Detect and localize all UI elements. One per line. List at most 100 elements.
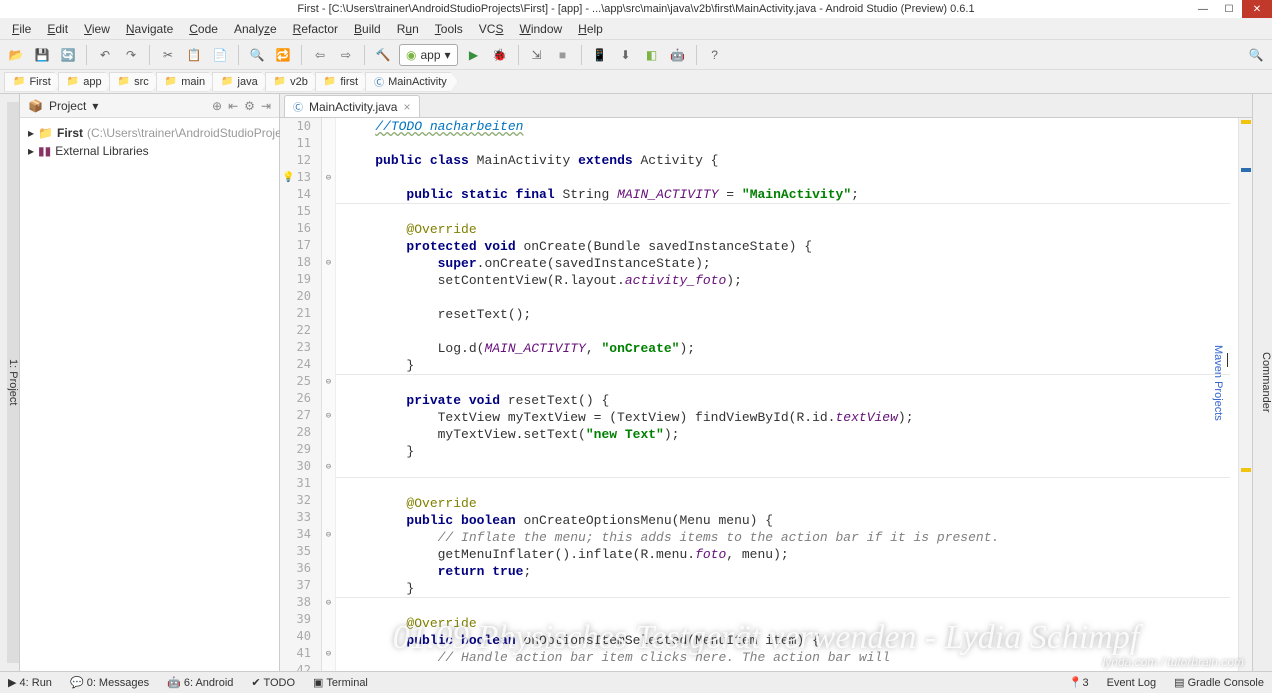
- status-bar: ▶ 4: Run 💬 0: Messages 🤖 6: Android ✔ TO…: [0, 671, 1272, 693]
- panel-tools: ⊕ ⇤ ⚙ ⇥: [212, 99, 271, 113]
- marker-warning[interactable]: [1241, 468, 1251, 472]
- menu-help[interactable]: Help: [572, 20, 609, 38]
- menu-file[interactable]: File: [6, 20, 37, 38]
- status-todo[interactable]: ✔ TODO: [251, 676, 295, 689]
- chevron-down-icon[interactable]: ▾: [92, 99, 98, 113]
- menu-vcs[interactable]: VCS: [473, 20, 510, 38]
- build-icon[interactable]: 🔨: [373, 45, 393, 65]
- folder-icon: 📁: [38, 126, 53, 140]
- collapse-icon[interactable]: ⇤: [228, 99, 238, 113]
- editor-tabs: Ⓒ MainActivity.java ×: [280, 94, 1252, 118]
- sync-icon[interactable]: 🔄: [58, 45, 78, 65]
- menu-run[interactable]: Run: [391, 20, 425, 38]
- window-controls: — ☐ ✕: [1190, 0, 1272, 18]
- hide-icon[interactable]: ⇥: [261, 99, 271, 113]
- main-toolbar: 📂 💾 🔄 ↶ ↷ ✂ 📋 📄 🔍 🔁 ⇦ ⇨ 🔨 ◉ app ▾ ▶ 🐞 ⇲ …: [0, 40, 1272, 70]
- separator: [518, 45, 519, 65]
- menu-edit[interactable]: Edit: [41, 20, 74, 38]
- status-run[interactable]: ▶ 4: Run: [8, 676, 52, 689]
- folder-icon: 📁: [118, 76, 130, 87]
- expand-icon[interactable]: ▸: [28, 126, 34, 140]
- search-icon[interactable]: 🔍: [1246, 45, 1266, 65]
- open-icon[interactable]: 📂: [6, 45, 26, 65]
- debug-icon[interactable]: 🐞: [490, 45, 510, 65]
- marker-warning[interactable]: [1241, 120, 1251, 124]
- project-tree[interactable]: ▸ 📁 First (C:\Users\trainer\AndroidStudi…: [20, 118, 279, 166]
- folder-icon: 📁: [67, 76, 79, 87]
- back-icon[interactable]: ⇦: [310, 45, 330, 65]
- strip-commander[interactable]: Commander: [1260, 102, 1272, 663]
- menu-navigate[interactable]: Navigate: [120, 20, 179, 38]
- editor-area: Ⓒ MainActivity.java × 101112131415161718…: [280, 94, 1252, 671]
- menu-refactor[interactable]: Refactor: [287, 20, 344, 38]
- menu-window[interactable]: Window: [513, 20, 568, 38]
- minimize-button[interactable]: —: [1190, 0, 1216, 18]
- status-terminal[interactable]: ▣ Terminal: [313, 676, 368, 689]
- status-messages[interactable]: 💬 0: Messages: [70, 676, 149, 689]
- folder-icon: 📁: [13, 76, 25, 87]
- tree-path: (C:\Users\trainer\AndroidStudioProje: [87, 126, 282, 140]
- close-tab-icon[interactable]: ×: [403, 100, 410, 114]
- expand-icon[interactable]: ▸: [28, 144, 34, 158]
- separator: [364, 45, 365, 65]
- save-icon[interactable]: 💾: [32, 45, 52, 65]
- status-pos: 📍3: [1069, 676, 1089, 689]
- marker-strip[interactable]: [1238, 118, 1252, 671]
- monitor-icon[interactable]: 🤖: [668, 45, 688, 65]
- status-gradle-console[interactable]: ▤ Gradle Console: [1174, 676, 1264, 689]
- menu-tools[interactable]: Tools: [429, 20, 469, 38]
- stop-icon[interactable]: ■: [553, 45, 573, 65]
- separator: [581, 45, 582, 65]
- strip-project[interactable]: 1: Project: [7, 102, 19, 663]
- scroll-target-icon[interactable]: ⊕: [212, 99, 222, 113]
- forward-icon[interactable]: ⇨: [336, 45, 356, 65]
- status-android[interactable]: 🤖 6: Android: [167, 676, 233, 689]
- crumb-src[interactable]: 📁src: [109, 72, 160, 92]
- tree-item-first[interactable]: ▸ 📁 First (C:\Users\trainer\AndroidStudi…: [28, 124, 271, 142]
- gear-icon[interactable]: ⚙: [244, 99, 255, 113]
- run-config-selector[interactable]: ◉ app ▾: [399, 44, 458, 66]
- find-icon[interactable]: 🔍: [247, 45, 267, 65]
- replace-icon[interactable]: 🔁: [273, 45, 293, 65]
- window-title: First - [C:\Users\trainer\AndroidStudioP…: [297, 3, 974, 15]
- run-icon[interactable]: ▶: [464, 45, 484, 65]
- ddms-icon[interactable]: ◧: [642, 45, 662, 65]
- crumb-java[interactable]: 📁java: [212, 72, 269, 92]
- crumb-first[interactable]: 📁First: [4, 72, 62, 92]
- code-content[interactable]: //TODO nacharbeiten public class MainAct…: [336, 118, 1238, 671]
- folder-icon: 📁: [324, 76, 336, 87]
- project-panel-header: 📦 Project ▾ ⊕ ⇤ ⚙ ⇥: [20, 94, 279, 118]
- folder-icon: 📁: [221, 76, 233, 87]
- separator: [86, 45, 87, 65]
- marker-info[interactable]: [1241, 168, 1251, 172]
- text-caret: [1227, 353, 1228, 367]
- help-icon[interactable]: ?: [705, 45, 725, 65]
- crumb-first-pkg[interactable]: 📁first: [315, 72, 369, 92]
- sdk-icon[interactable]: ⬇: [616, 45, 636, 65]
- menu-bar: File Edit View Navigate Code Analyze Ref…: [0, 18, 1272, 40]
- tree-item-external-libs[interactable]: ▸ ▮▮ External Libraries: [28, 142, 271, 160]
- close-button[interactable]: ✕: [1242, 0, 1272, 18]
- tab-mainactivity[interactable]: Ⓒ MainActivity.java ×: [284, 95, 420, 117]
- menu-build[interactable]: Build: [348, 20, 387, 38]
- undo-icon[interactable]: ↶: [95, 45, 115, 65]
- line-gutter: 1011121314151617181920212223242526272829…: [280, 118, 322, 671]
- cut-icon[interactable]: ✂: [158, 45, 178, 65]
- crumb-class[interactable]: ⒸMainActivity: [365, 72, 458, 92]
- redo-icon[interactable]: ↷: [121, 45, 141, 65]
- menu-code[interactable]: Code: [183, 20, 224, 38]
- tree-label: External Libraries: [55, 144, 148, 158]
- title-bar: First - [C:\Users\trainer\AndroidStudioP…: [0, 0, 1272, 18]
- menu-analyze[interactable]: Analyze: [228, 20, 283, 38]
- menu-view[interactable]: View: [78, 20, 116, 38]
- paste-icon[interactable]: 📄: [210, 45, 230, 65]
- crumb-main[interactable]: 📁main: [156, 72, 216, 92]
- attach-icon[interactable]: ⇲: [527, 45, 547, 65]
- crumb-v2b[interactable]: 📁v2b: [265, 72, 319, 92]
- crumb-app[interactable]: 📁app: [58, 72, 113, 92]
- code-editor[interactable]: 1011121314151617181920212223242526272829…: [280, 118, 1252, 671]
- copy-icon[interactable]: 📋: [184, 45, 204, 65]
- maximize-button[interactable]: ☐: [1216, 0, 1242, 18]
- avd-icon[interactable]: 📱: [590, 45, 610, 65]
- status-eventlog[interactable]: Event Log: [1107, 677, 1157, 689]
